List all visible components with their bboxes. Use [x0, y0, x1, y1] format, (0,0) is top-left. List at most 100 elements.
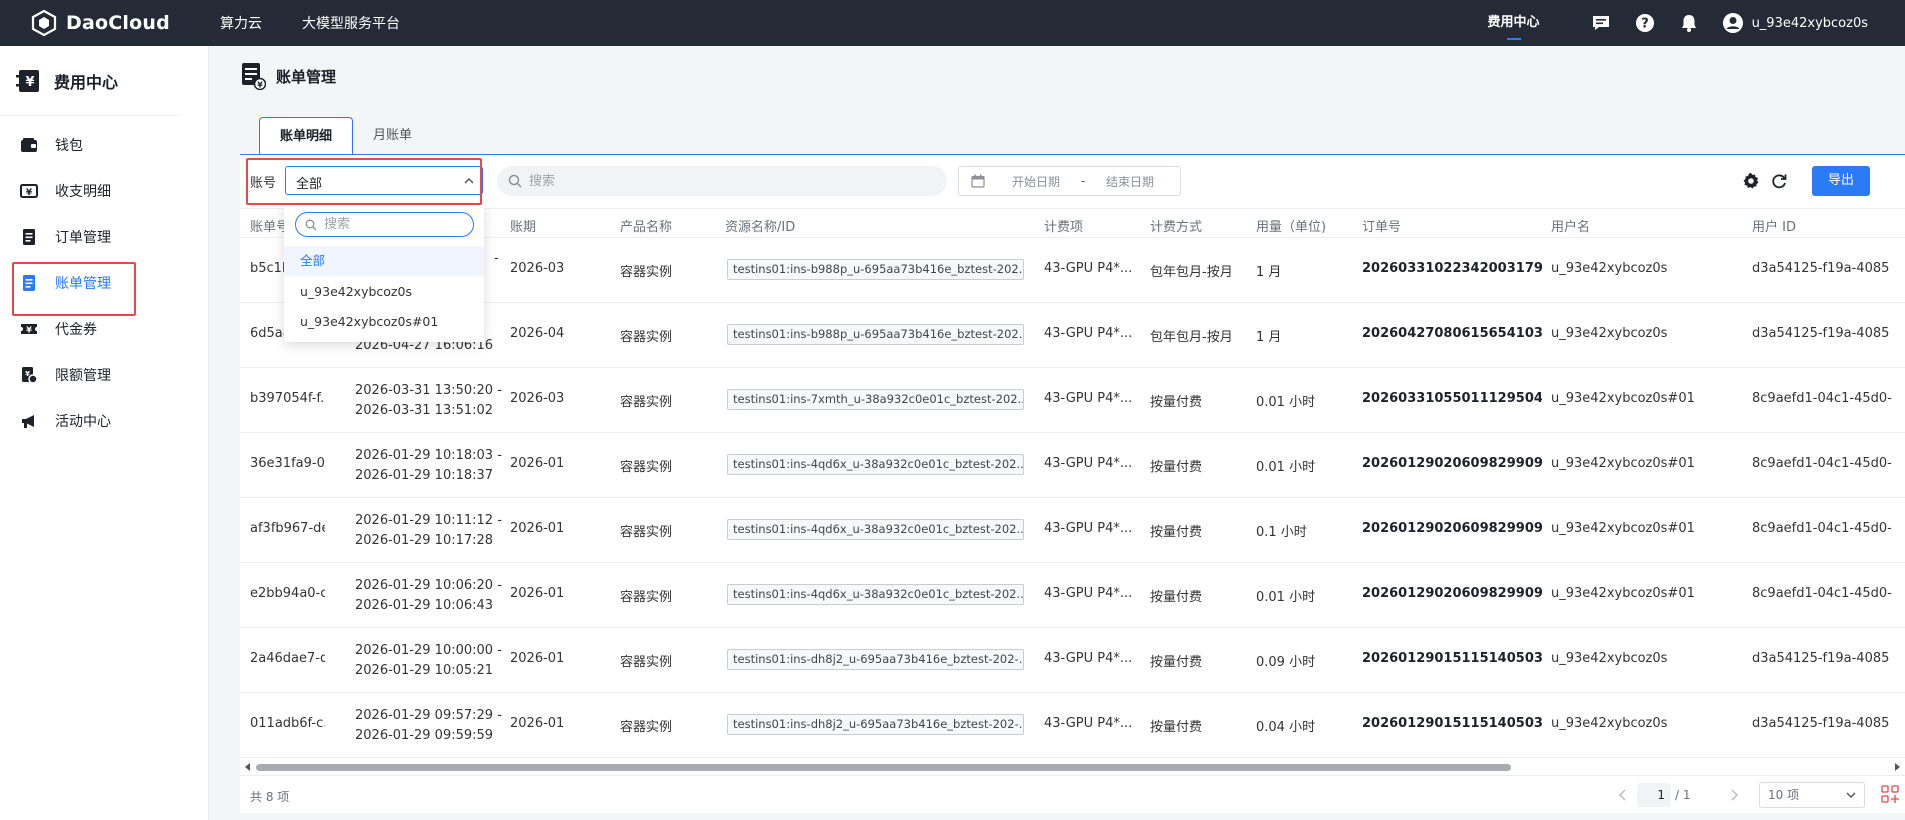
page-number-input[interactable]: 1 — [1637, 783, 1671, 807]
sidebar-item-wallet[interactable]: 钱包 — [0, 122, 208, 168]
cell-time-start: 2026-01-29 09:57:29 - — [355, 708, 502, 723]
sidebar-item-quota[interactable]: ¥ 限额管理 — [0, 352, 208, 398]
sidebar-item-label: 限额管理 — [55, 368, 111, 384]
bell-icon[interactable] — [1678, 12, 1700, 34]
col-order-id[interactable]: 订单号 — [1362, 216, 1401, 235]
col-usage[interactable]: 用量（单位) — [1256, 216, 1326, 235]
export-button[interactable]: 导出 — [1812, 166, 1870, 196]
cell-time-start: 2026-01-29 10:00:00 - — [355, 643, 502, 658]
sidebar-item-activity[interactable]: 活动中心 — [0, 398, 208, 444]
start-date[interactable]: 开始日期 — [1001, 173, 1071, 190]
sidebar-item-label: 活动中心 — [55, 414, 111, 430]
cell-resource-tag[interactable]: testins01:ins-7xmth_u-38a932c0e01c_bztes… — [727, 389, 1024, 410]
cell-billing-item: 43-GPU P4*... — [1044, 521, 1133, 536]
table-row[interactable]: b397054f-f... 2026-03 容器实例 43-GPU P4*... 按量付… — [240, 368, 1905, 433]
nav-llm-platform[interactable]: 大模型服务平台 — [302, 13, 400, 33]
search-box[interactable] — [497, 166, 947, 196]
search-icon — [508, 174, 522, 188]
table-row[interactable]: 011adb6f-c... 2026-01 容器实例 43-GPU P4*... 按量付… — [240, 693, 1905, 758]
nav-compute-cloud[interactable]: 算力云 — [220, 13, 262, 33]
cell-period: 2026-01 — [510, 716, 565, 731]
tab-bill-details[interactable]: 账单明细 — [259, 117, 354, 155]
cell-product: 容器实例 — [620, 395, 673, 410]
cell-product: 容器实例 — [620, 720, 673, 735]
dropdown-option-subuser[interactable]: u_93e42xybcoz0s#01 — [284, 307, 484, 337]
col-username[interactable]: 用户名 — [1551, 216, 1590, 235]
cell-order-id: 20260331022342003179... — [1362, 261, 1542, 276]
table-row[interactable]: 2a46dae7-d... 2026-01 容器实例 43-GPU P4*... 按量付… — [240, 628, 1905, 693]
user-menu[interactable]: u_93e42xybcoz0s — [1722, 12, 1868, 34]
cell-user-id: 8c9aefd1-04c1-45d0- — [1752, 586, 1892, 601]
end-date[interactable]: 结束日期 — [1095, 173, 1165, 190]
account-dropdown: 全部 u_93e42xybcoz0s u_93e42xybcoz0s#01 — [284, 205, 484, 342]
cell-time-range: 2026-01-29 09:57:29 - 2026-01-29 09:59:59 — [355, 706, 505, 746]
col-resource[interactable]: 资源名称/ID — [725, 216, 795, 235]
bill-icon — [20, 274, 38, 292]
cell-time-start: 2026-01-29 10:06:20 - — [355, 578, 502, 593]
sidebar-item-label: 收支明细 — [55, 184, 111, 200]
table-row[interactable]: 6d5a8 2026-04 容器实例 43-GPU P4*... 包年包月-按月 1 月2… — [240, 303, 1905, 368]
date-range-picker[interactable]: 开始日期 - 结束日期 — [958, 166, 1181, 196]
col-period[interactable]: 账期 — [510, 216, 536, 235]
sidebar-item-vouchers[interactable]: ¥ 代金券 — [0, 306, 208, 352]
help-icon[interactable]: ? — [1634, 12, 1656, 34]
col-user-id[interactable]: 用户 ID — [1752, 216, 1796, 235]
sidebar-item-income-expense[interactable]: ¥ 收支明细 — [0, 168, 208, 214]
cell-billing-method: 包年包月-按月 — [1150, 330, 1233, 345]
logo[interactable]: DaoCloud — [30, 9, 220, 37]
nav-fee-center[interactable]: 费用中心 — [1488, 0, 1540, 46]
cell-user-id: 8c9aefd1-04c1-45d0- — [1752, 456, 1892, 471]
cell-resource-tag[interactable]: testins01:ins-4qd6x_u-38a932c0e01c_bztes… — [727, 519, 1024, 540]
cell-usage: 0.09 小时 — [1256, 655, 1316, 670]
page-size-select[interactable]: 10 项 — [1759, 782, 1865, 808]
svg-text:¥: ¥ — [26, 188, 33, 198]
cell-resource-tag[interactable]: testins01:ins-4qd6x_u-38a932c0e01c_bztes… — [727, 454, 1024, 475]
cell-username: u_93e42xybcoz0s — [1551, 326, 1668, 341]
daocloud-logo-icon — [31, 9, 57, 37]
top-right-area: 费用中心 ? u_93e42xybcoz0s — [1488, 0, 1905, 46]
tab-monthly-bill[interactable]: 月账单 — [353, 117, 432, 155]
col-billing-method[interactable]: 计费方式 — [1150, 216, 1202, 235]
scrollbar-thumb[interactable] — [256, 764, 1511, 771]
cell-resource-tag[interactable]: testins01:ins-dh8j2_u-695aa73b416e_bztes… — [727, 649, 1024, 670]
bill-panel: 账号 全部 开始日期 - 结束日期 导出 账单号 账期 产品名称 资源名称/ID… — [240, 155, 1905, 813]
message-icon[interactable] — [1590, 12, 1612, 34]
table-row[interactable]: af3fb967-de... 2026-01 容器实例 43-GPU P4*... 按量… — [240, 498, 1905, 563]
cell-resource-tag[interactable]: testins01:ins-dh8j2_u-695aa73b416e_bztes… — [727, 714, 1024, 735]
dropdown-option-all[interactable]: 全部 — [284, 246, 484, 276]
cell-period: 2026-03 — [510, 261, 565, 276]
next-page-icon[interactable] — [1729, 789, 1739, 801]
dropdown-search-input[interactable] — [324, 216, 464, 233]
sidebar-item-orders[interactable]: 订单管理 — [0, 214, 208, 260]
table-row[interactable]: b5c1b 2026-03 容器实例 43-GPU P4*... 包年包月-按月 1 月2… — [240, 238, 1905, 303]
cell-time-end: 2026-01-29 10:06:43 — [355, 598, 494, 613]
app-grid-icon[interactable] — [1880, 784, 1900, 804]
dropdown-option-user[interactable]: u_93e42xybcoz0s — [284, 277, 484, 307]
cell-billing-item: 43-GPU P4*... — [1044, 651, 1133, 666]
dropdown-search-box[interactable] — [295, 212, 474, 237]
scroll-left-arrow-icon[interactable] — [243, 762, 253, 772]
refresh-icon[interactable] — [1770, 172, 1788, 190]
cell-resource-tag[interactable]: testins01:ins-b988p_u-695aa73b416e_bztes… — [727, 324, 1024, 345]
cell-usage: 1 月 — [1256, 265, 1282, 280]
gear-icon[interactable] — [1742, 172, 1760, 190]
table-row[interactable]: e2bb94a0-c... 2026-01 容器实例 43-GPU P4*... 按量付… — [240, 563, 1905, 628]
search-input[interactable] — [529, 171, 929, 191]
cell-user-id: d3a54125-f19a-4085 — [1752, 651, 1890, 666]
horizontal-scrollbar[interactable] — [240, 760, 1905, 774]
scroll-right-arrow-icon[interactable] — [1892, 762, 1902, 772]
sidebar: ¥ 费用中心 钱包 ¥ 收支明细 订单管理 账单管理 ¥ 代金券 ¥ 限额管理 — [0, 46, 209, 820]
table-row[interactable]: 36e31fa9-0... 2026-01 容器实例 43-GPU P4*... 按量付… — [240, 433, 1905, 498]
prev-page-icon[interactable] — [1618, 789, 1628, 801]
cell-usage: 1 月 — [1256, 330, 1282, 345]
cell-billing-method: 按量付费 — [1150, 525, 1203, 540]
cell-resource-tag[interactable]: testins01:ins-b988p_u-695aa73b416e_bztes… — [727, 259, 1024, 280]
cell-time-end: 2026-03-31 13:51:02 — [355, 403, 494, 418]
account-select[interactable]: 全部 — [285, 166, 483, 195]
cell-resource-tag[interactable]: testins01:ins-4qd6x_u-38a932c0e01c_bztes… — [727, 584, 1024, 605]
col-product[interactable]: 产品名称 — [620, 216, 672, 235]
col-billing-item[interactable]: 计费项 — [1044, 216, 1083, 235]
sidebar-item-bills[interactable]: 账单管理 — [0, 260, 208, 316]
cell-user-id: d3a54125-f19a-4085 — [1752, 326, 1890, 341]
cell-user-id: 8c9aefd1-04c1-45d0- — [1752, 391, 1892, 406]
